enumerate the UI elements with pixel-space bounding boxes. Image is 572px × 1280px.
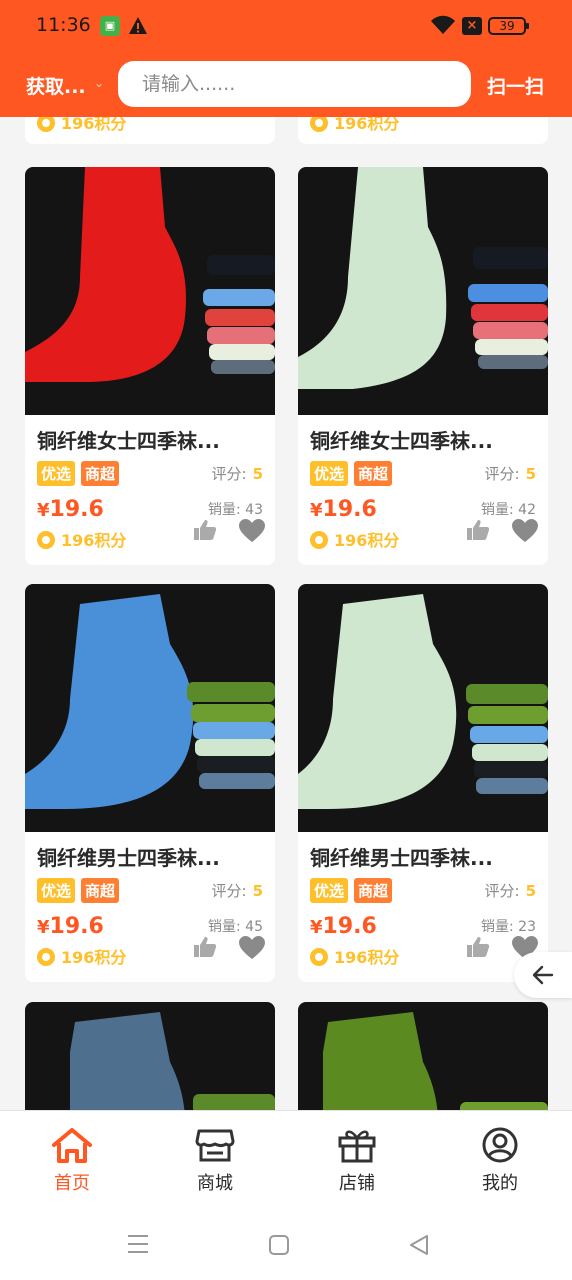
points-label: 196积分 <box>37 944 126 968</box>
product-image <box>298 584 548 832</box>
tab-store[interactable]: 商城 <box>175 1127 255 1195</box>
product-card[interactable]: 铜纤维女士四季袜... 优选 商超 评分: 5 ¥19.6 销量: 43 196积分 <box>25 167 275 565</box>
search-input[interactable] <box>118 61 471 107</box>
system-nav-bar <box>0 1210 572 1280</box>
product-image <box>298 167 548 415</box>
tag-supermarket: 商超 <box>81 461 120 486</box>
gift-icon <box>338 1130 376 1163</box>
rating: 评分: 5 <box>211 465 264 483</box>
search-box[interactable] <box>118 61 471 107</box>
thumbs-up-icon[interactable] <box>466 519 490 541</box>
product-image <box>298 1002 548 1110</box>
medal-icon <box>37 531 55 549</box>
price: ¥19.6 <box>37 914 104 939</box>
product-title: 铜纤维女士四季袜... <box>310 429 493 453</box>
sales-count: 销量: 43 <box>208 502 263 518</box>
status-bar: 11:36 ▣ × 39 <box>0 0 572 52</box>
product-title: 铜纤维男士四季袜... <box>37 846 220 870</box>
sales-count: 销量: 42 <box>481 502 536 518</box>
heart-icon[interactable] <box>239 936 265 960</box>
product-grid: 196积分 196积分 铜纤维女士四季袜... 优选 商超 评分: 5 ¥19.6 … <box>0 0 572 1110</box>
price: ¥19.6 <box>37 497 104 522</box>
back-float-button[interactable] <box>514 952 572 998</box>
product-card[interactable]: 铜纤维男士四季袜... 优选 商超 评分: 5 ¥19.6 销量: 45 196积分 <box>25 584 275 982</box>
product-image <box>25 167 275 415</box>
tab-mine[interactable]: 我的 <box>460 1127 540 1195</box>
tag-preferred: 优选 <box>310 461 349 486</box>
tab-shop[interactable]: 店铺 <box>317 1127 397 1195</box>
tag-preferred: 优选 <box>37 878 76 903</box>
product-card[interactable] <box>298 1002 548 1110</box>
rating: 评分: 5 <box>211 882 264 900</box>
thumbs-up-icon[interactable] <box>466 936 490 958</box>
medal-icon <box>37 948 55 966</box>
app-notification-icon: ▣ <box>100 16 120 36</box>
home-icon <box>52 1128 92 1163</box>
heart-icon[interactable] <box>512 519 538 543</box>
sock-shape <box>298 167 447 389</box>
chevron-down-icon[interactable]: ⌄ <box>94 76 104 90</box>
sock-shape <box>323 1012 438 1110</box>
sock-shape <box>70 1012 185 1110</box>
product-card[interactable] <box>25 1002 275 1110</box>
tab-label: 首页 <box>54 1173 90 1194</box>
thumbs-up-icon[interactable] <box>193 519 217 541</box>
warning-icon <box>129 17 147 34</box>
arrow-left-icon <box>532 965 554 985</box>
points-label: 196积分 <box>37 527 126 551</box>
tag-supermarket: 商超 <box>354 461 393 486</box>
tag-preferred: 优选 <box>310 878 349 903</box>
battery-icon: 39 <box>488 17 529 35</box>
tab-label: 我的 <box>482 1173 518 1194</box>
medal-icon <box>310 531 328 549</box>
product-title: 铜纤维男士四季袜... <box>310 846 493 870</box>
rating: 评分: 5 <box>484 465 537 483</box>
price: ¥19.6 <box>310 914 377 939</box>
rating: 评分: 5 <box>484 882 537 900</box>
product-title: 铜纤维女士四季袜... <box>37 429 220 453</box>
product-image <box>25 1002 275 1110</box>
home-square-icon[interactable] <box>268 1234 290 1256</box>
sock-shape <box>25 594 194 809</box>
sales-count: 销量: 23 <box>481 919 536 935</box>
bottom-tab-bar: 首页 商城 店铺 我的 <box>0 1110 572 1210</box>
product-card[interactable]: 铜纤维女士四季袜... 优选 商超 评分: 5 ¥19.6 销量: 42 196积分 <box>298 167 548 565</box>
tab-label: 商城 <box>197 1173 233 1194</box>
user-icon <box>482 1127 518 1163</box>
tag-preferred: 优选 <box>37 461 76 486</box>
thumbs-up-icon[interactable] <box>193 936 217 958</box>
product-card[interactable]: 铜纤维男士四季袜... 优选 商超 评分: 5 ¥19.6 销量: 23 196积分 <box>298 584 548 982</box>
sales-count: 销量: 45 <box>208 919 263 935</box>
menu-icon[interactable] <box>127 1234 149 1254</box>
tab-label: 店铺 <box>339 1173 375 1194</box>
points-label: 196积分 <box>310 944 399 968</box>
app-header: 11:36 ▣ × 39 获取... ⌄ 扫一扫 <box>0 0 572 117</box>
location-selector[interactable]: 获取... <box>26 72 86 99</box>
sock-shape <box>298 594 457 809</box>
tag-supermarket: 商超 <box>354 878 393 903</box>
wifi-icon <box>431 15 455 34</box>
store-icon <box>195 1129 235 1162</box>
medal-icon <box>310 948 328 966</box>
back-triangle-icon[interactable] <box>408 1234 430 1256</box>
tab-home[interactable]: 首页 <box>32 1127 112 1195</box>
price: ¥19.6 <box>310 497 377 522</box>
heart-icon[interactable] <box>239 519 265 543</box>
scan-button[interactable]: 扫一扫 <box>487 72 544 99</box>
product-image <box>25 584 275 832</box>
points-label: 196积分 <box>310 527 399 551</box>
close-notification-icon: × <box>462 17 482 35</box>
tag-supermarket: 商超 <box>81 878 120 903</box>
sock-shape <box>25 167 186 382</box>
status-time: 11:36 <box>36 14 91 36</box>
